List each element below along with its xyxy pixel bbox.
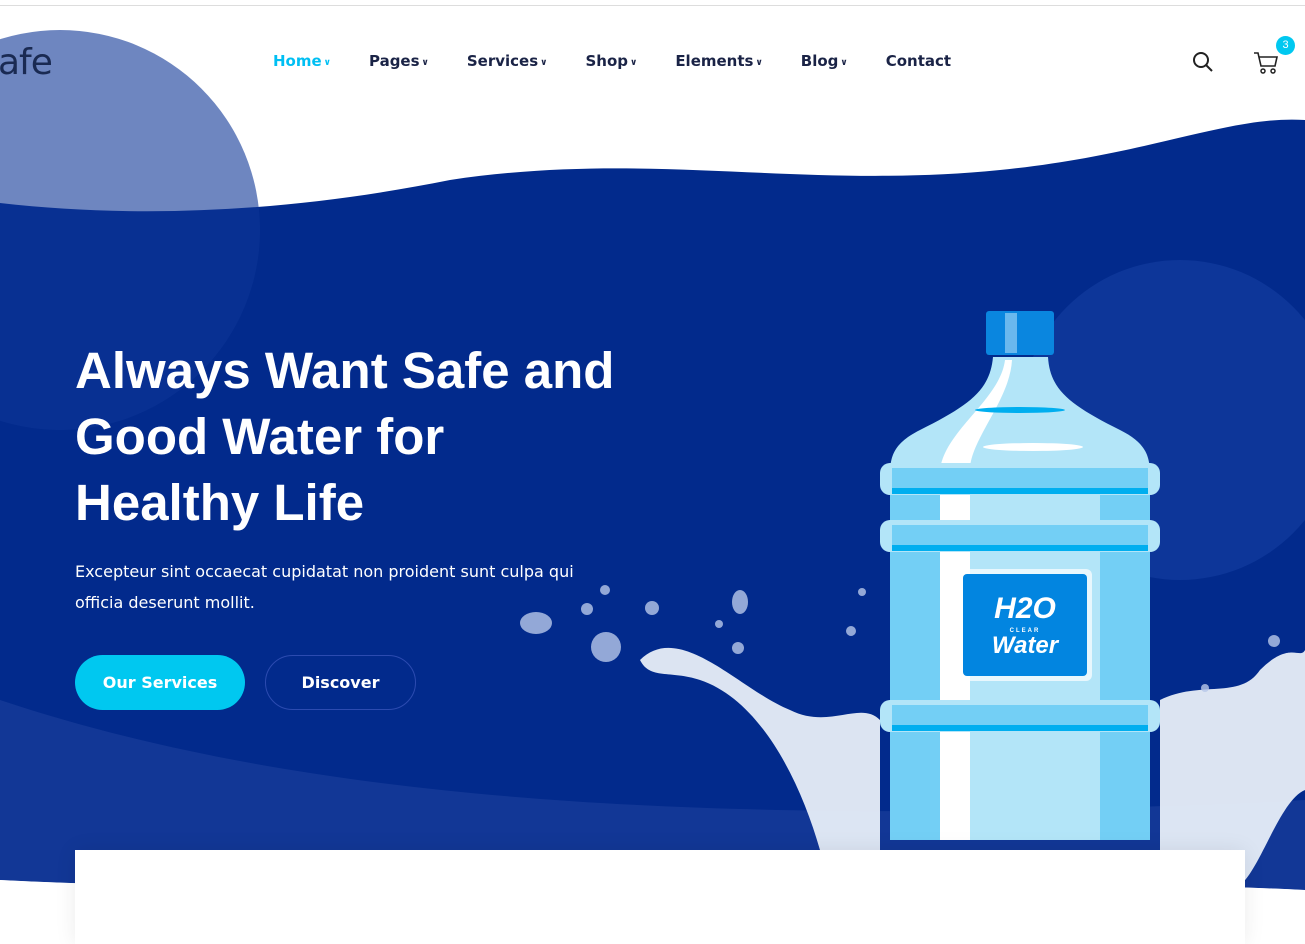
nav-label: Pages xyxy=(368,52,420,70)
chevron-down-icon: ∨ xyxy=(540,57,548,68)
chevron-down-icon: ∨ xyxy=(421,57,429,68)
bottle-label-water: Water xyxy=(992,632,1060,659)
nav-blog[interactable]: Blog ∨ xyxy=(801,52,848,70)
chevron-down-icon: ∨ xyxy=(755,57,763,68)
nav-label: Contact xyxy=(885,52,952,70)
nav-label: Home xyxy=(273,52,322,70)
nav-home[interactable]: Home ∨ xyxy=(273,52,331,70)
nav-shop[interactable]: Shop ∨ xyxy=(585,52,637,70)
nav-elements[interactable]: Elements ∨ xyxy=(675,52,762,70)
main-nav: Home ∨ Pages ∨ Services ∨ Shop ∨ Elements ∨ B… xyxy=(273,52,989,70)
hero-title: Always Want Safe and Good Water for Heal… xyxy=(75,342,615,531)
nav-label: Shop xyxy=(585,52,628,70)
chevron-down-icon: ∨ xyxy=(630,57,638,68)
bottle-label-h2o: H2O xyxy=(994,592,1056,625)
nav-pages[interactable]: Pages ∨ xyxy=(369,52,429,70)
chevron-down-icon: ∨ xyxy=(323,57,331,68)
feature-card xyxy=(75,850,1245,944)
site-logo[interactable]: afe xyxy=(0,42,53,83)
search-icon[interactable] xyxy=(1192,51,1214,73)
hero-subtitle: Excepteur sint occaecat cupidatat non pr… xyxy=(75,562,574,612)
nav-contact[interactable]: Contact xyxy=(886,52,951,70)
nav-services[interactable]: Services ∨ xyxy=(467,52,548,70)
chevron-down-icon: ∨ xyxy=(840,57,848,68)
discover-button[interactable]: Discover xyxy=(265,655,416,710)
cart-count-badge: 3 xyxy=(1276,36,1295,55)
nav-label: Services xyxy=(466,52,539,70)
our-services-button[interactable]: Our Services xyxy=(75,655,245,710)
nav-label: Blog xyxy=(800,52,839,70)
cart-icon[interactable] xyxy=(1253,51,1279,75)
nav-label: Elements xyxy=(675,52,754,70)
